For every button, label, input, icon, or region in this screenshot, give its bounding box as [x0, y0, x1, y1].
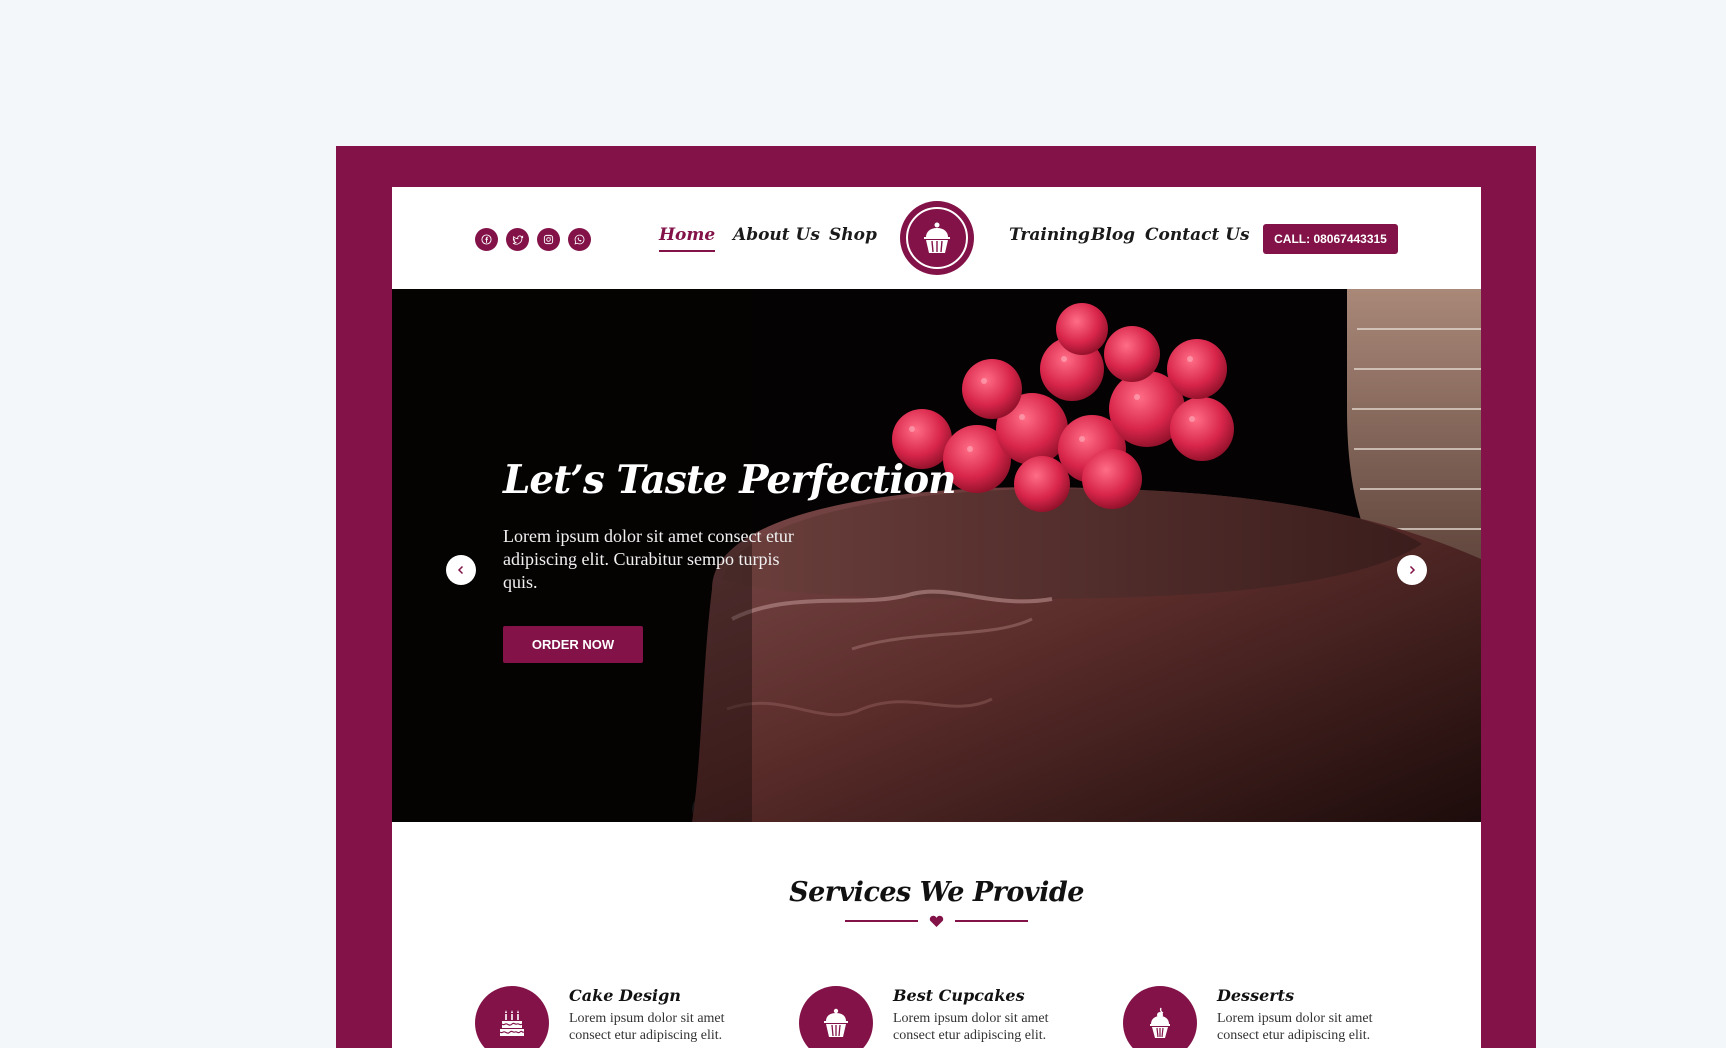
- nav-link-about-us[interactable]: About Us: [733, 225, 820, 245]
- nav-link-training[interactable]: Training: [1009, 225, 1090, 245]
- cupcake-icon: [799, 986, 873, 1048]
- heart-icon: [929, 915, 944, 927]
- service-text: Lorem ipsum dolor sit amet consect etur …: [569, 1011, 725, 1043]
- service-text: Lorem ipsum dolor sit amet consect etur …: [893, 1011, 1049, 1043]
- service-text: Lorem ipsum dolor sit amet consect etur …: [1217, 1011, 1373, 1043]
- nav-link-home[interactable]: Home: [659, 225, 716, 252]
- top-nav: Home About Us Shop Training Blog Contact…: [392, 187, 1481, 289]
- prev-slide-button[interactable]: [446, 555, 476, 585]
- hero-slider: Let’s Taste Perfection Lorem ipsum dolor…: [392, 289, 1481, 822]
- chevron-right-icon: [1409, 565, 1416, 575]
- call-button[interactable]: CALL: 08067443315: [1263, 224, 1398, 254]
- instagram-icon[interactable]: [537, 228, 560, 251]
- facebook-icon[interactable]: [475, 228, 498, 251]
- nav-link-blog[interactable]: Blog: [1091, 225, 1135, 245]
- birthday-cake-icon: [475, 986, 549, 1048]
- social-links: [475, 228, 591, 251]
- website-page: Home About Us Shop Training Blog Contact…: [392, 187, 1481, 1048]
- whatsapp-icon[interactable]: [568, 228, 591, 251]
- order-now-button[interactable]: ORDER NOW: [503, 626, 643, 663]
- hero-text: Lorem ipsum dolor sit amet consect etur …: [503, 526, 794, 592]
- nav-link-shop[interactable]: Shop: [829, 225, 877, 245]
- hero-title: Let’s Taste Perfection: [503, 457, 956, 503]
- cupcake-logo-icon[interactable]: [900, 201, 974, 275]
- heart-divider: [845, 915, 1028, 927]
- nav-link-contact-us[interactable]: Contact Us: [1145, 225, 1250, 245]
- dessert-icon: [1123, 986, 1197, 1048]
- next-slide-button[interactable]: [1397, 555, 1427, 585]
- service-title: Desserts: [1217, 986, 1295, 1005]
- twitter-icon[interactable]: [506, 228, 529, 251]
- chevron-left-icon: [457, 565, 464, 575]
- logo-ring: [906, 207, 968, 269]
- service-title: Best Cupcakes: [893, 986, 1025, 1005]
- service-title: Cake Design: [569, 986, 681, 1005]
- services-title: Services We Provide: [789, 877, 1084, 908]
